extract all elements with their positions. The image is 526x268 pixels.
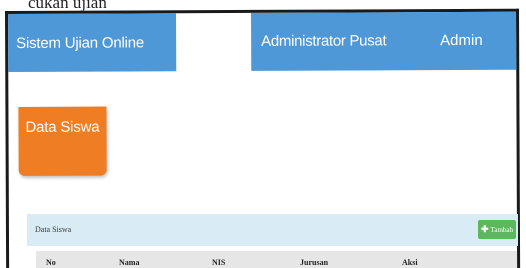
table-header-row: No Nama NIS Jurusan Aksi [36, 251, 517, 268]
add-button[interactable]: ✚ Tambah [478, 220, 516, 239]
nav-right: Administrator Pusat Admin [251, 11, 517, 71]
column-header-jurusan: Jurusan [300, 258, 329, 267]
nav-role-link[interactable]: Administrator Pusat [261, 32, 386, 50]
top-navbar: Sistem Ujian Online Administrator Pusat … [8, 11, 517, 72]
column-header-aksi: Aksi [402, 258, 418, 267]
panel-heading: Data Siswa ✚ Tambah [27, 214, 518, 246]
nav-user-link[interactable]: Admin [440, 32, 483, 49]
tile-label: Data Siswa [25, 118, 100, 136]
column-header-nama: Nama [119, 258, 140, 267]
add-button-label: Tambah [490, 225, 513, 234]
app-brand[interactable]: Sistem Ujian Online [8, 13, 177, 72]
data-siswa-tile[interactable]: Data Siswa [18, 106, 107, 176]
plus-icon: ✚ [481, 224, 489, 234]
panel-title: Data Siswa [35, 225, 72, 234]
app-title: Sistem Ujian Online [16, 33, 145, 52]
column-header-nis: NIS [212, 258, 226, 267]
column-header-no: No [46, 258, 56, 267]
